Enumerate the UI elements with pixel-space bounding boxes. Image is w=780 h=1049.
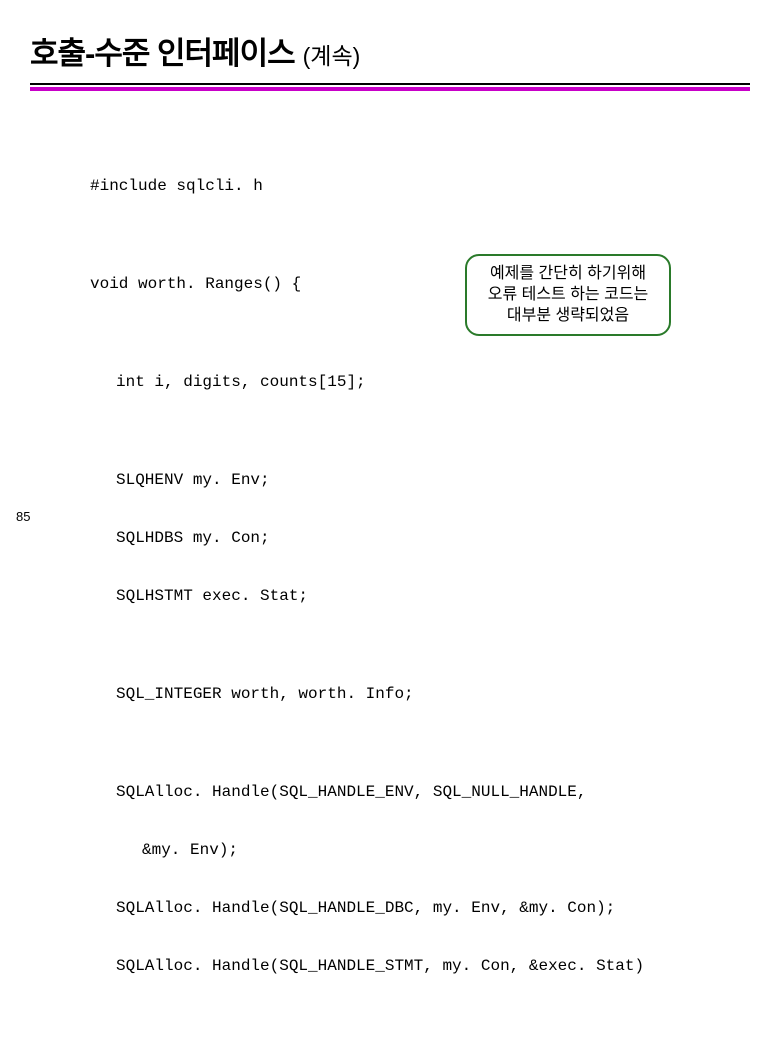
code-line: &my. Env); [90, 842, 750, 858]
code-line: SQL_INTEGER worth, worth. Info; [90, 686, 750, 702]
code-line: SLQHENV my. Env; [90, 472, 750, 488]
callout-line: 오류 테스트 하는 코드는 [477, 285, 659, 306]
code-line: SQLAlloc. Handle(SQL_HANDLE_DBC, my. Env… [90, 900, 750, 916]
callout-line: 예제를 간단히 하기위해 [477, 264, 659, 285]
divider-black [30, 83, 750, 85]
code-line: SQLAlloc. Handle(SQL_HANDLE_ENV, SQL_NUL… [90, 784, 750, 800]
callout-line: 대부분 생략되었음 [477, 306, 659, 327]
code-line: SQLHDBS my. Con; [90, 530, 750, 546]
title-main: 호출-수준 인터페이스 [30, 28, 295, 73]
divider-magenta [30, 87, 750, 91]
slide: 호출-수준 인터페이스 (계속) #include sqlcli. h void… [0, 0, 780, 540]
title-sub: (계속) [303, 37, 361, 71]
code-line: SQLHSTMT exec. Stat; [90, 588, 750, 604]
code-line: #include sqlcli. h [90, 178, 750, 194]
callout-box: 예제를 간단히 하기위해 오류 테스트 하는 코드는 대부분 생략되었음 [465, 254, 671, 336]
title-row: 호출-수준 인터페이스 (계속) [30, 28, 750, 73]
code-line: SQLAlloc. Handle(SQL_HANDLE_STMT, my. Co… [90, 958, 750, 974]
page-number: 85 [16, 509, 30, 524]
code-line: int i, digits, counts[15]; [90, 374, 750, 390]
code-block: #include sqlcli. h void worth. Ranges() … [90, 146, 750, 1048]
